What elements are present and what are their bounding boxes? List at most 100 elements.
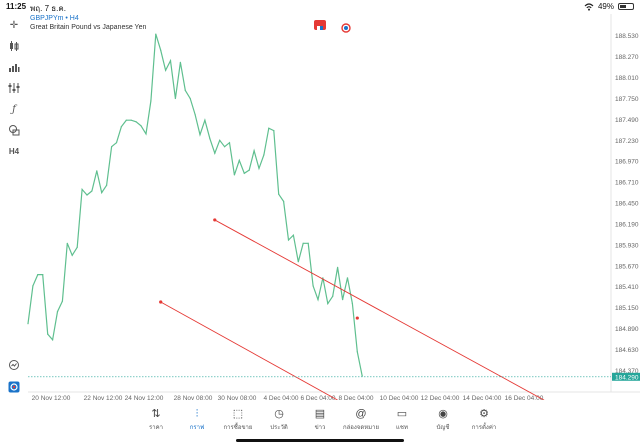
- x-tick-label: 10 Dec 04:00: [380, 395, 419, 400]
- candles-icon: ⫶: [195, 408, 199, 420]
- price-point: [273, 130, 275, 132]
- price-point: [233, 174, 235, 176]
- price-line: [27, 33, 363, 377]
- price-point: [317, 299, 319, 301]
- price-point: [115, 142, 118, 144]
- price-point: [228, 142, 231, 144]
- x-tick-label: 14 Dec 04:00: [463, 395, 502, 400]
- price-point: [302, 242, 304, 244]
- price-point: [96, 170, 98, 172]
- price-point: [189, 97, 191, 100]
- price-point: [346, 277, 349, 279]
- price-point: [253, 150, 255, 152]
- price-point: [169, 60, 172, 62]
- price-point: [101, 192, 103, 194]
- y-tick-label: 184.890: [615, 326, 639, 333]
- nav-item-label: การซื้อขาย: [223, 425, 253, 431]
- price-point: [194, 113, 196, 116]
- history-icon: ◷: [274, 408, 284, 420]
- x-tick-label: 22 Nov 12:00: [84, 395, 123, 400]
- y-tick-label: 186.190: [615, 221, 639, 228]
- price-point: [71, 254, 73, 256]
- nav-item-4[interactable]: ▤ ข่าว: [300, 406, 340, 432]
- price-point: [184, 89, 186, 91]
- nav-item-1[interactable]: ⫶ กราฟ: [177, 406, 217, 432]
- nav-item-3[interactable]: ◷ ประวัติ: [259, 406, 299, 432]
- nav-item-label: การตั้งค่า: [471, 425, 497, 431]
- nav-item-5[interactable]: @ กล่องจดหมาย: [341, 406, 381, 432]
- price-point: [165, 69, 167, 71]
- price-point: [224, 146, 226, 148]
- trendline-handle[interactable]: [355, 316, 359, 320]
- trendline-handle[interactable]: [159, 300, 163, 304]
- chat-icon: ▭: [396, 408, 408, 420]
- price-point: [66, 242, 68, 244]
- price-point: [81, 188, 83, 190]
- y-tick-label: 188.530: [615, 33, 639, 40]
- y-tick-label: 188.010: [615, 75, 639, 82]
- y-tick-label: 185.930: [615, 242, 639, 249]
- price-point: [297, 261, 299, 263]
- price-point: [47, 333, 49, 335]
- price-point: [219, 139, 221, 141]
- price-point: [209, 138, 211, 140]
- nav-item-7[interactable]: ◉ บัญชี: [423, 406, 463, 432]
- price-chart[interactable]: 188.530 188.270 188.010 187.750 187.490 187.2…: [0, 0, 640, 400]
- price-point: [120, 126, 122, 128]
- price-point: [287, 239, 290, 241]
- price-point: [42, 274, 44, 276]
- x-tick-label: 16 Dec 04:00: [505, 395, 544, 400]
- y-tick-label: 185.410: [615, 284, 639, 291]
- price-point: [248, 169, 250, 171]
- x-tick-label: 30 Nov 08:00: [218, 395, 257, 400]
- trendline-handle[interactable]: [213, 218, 217, 222]
- x-tick-label: 8 Dec 04:00: [338, 395, 373, 400]
- y-tick-label: 187.490: [615, 117, 639, 124]
- x-tick-label: 20 Nov 12:00: [32, 395, 71, 400]
- trendline[interactable]: [160, 301, 338, 400]
- price-point: [145, 133, 147, 135]
- trendline[interactable]: [214, 219, 545, 400]
- arrows-updown-icon: ⇅: [151, 408, 161, 420]
- price-point: [292, 234, 294, 236]
- price-point: [263, 154, 265, 156]
- price-point: [238, 159, 240, 161]
- price-point: [86, 194, 88, 196]
- x-tick-label: 28 Nov 08:00: [174, 395, 213, 400]
- price-point: [322, 277, 324, 279]
- price-point: [351, 303, 353, 305]
- nav-item-2[interactable]: ⬚ การซื้อขาย: [218, 406, 258, 432]
- price-point: [356, 351, 358, 353]
- price-point: [150, 100, 152, 102]
- price-point: [111, 146, 113, 148]
- price-point: [283, 200, 285, 202]
- y-tick-label: 187.750: [615, 96, 639, 103]
- price-point: [130, 119, 132, 121]
- price-point: [27, 323, 29, 325]
- price-point: [76, 246, 78, 248]
- x-tick-label: 4 Dec 04:00: [263, 395, 298, 400]
- nav-item-label: ประวัติ: [270, 425, 288, 431]
- price-point: [155, 33, 157, 35]
- y-tick-label: 185.150: [615, 305, 639, 312]
- nav-item-8[interactable]: ⚙ การตั้งค่า: [464, 406, 504, 432]
- nav-item-6[interactable]: ▭ แชท: [382, 406, 422, 432]
- nav-item-0[interactable]: ⇅ ราคา: [136, 406, 176, 432]
- price-point: [204, 119, 206, 121]
- news-icon: ▤: [314, 408, 326, 420]
- price-point: [32, 285, 34, 287]
- app-screen: { "status_bar": { "time": "11:25", "date…: [0, 0, 640, 447]
- price-point: [179, 61, 181, 63]
- price-point: [160, 49, 162, 51]
- price-point: [37, 274, 39, 276]
- y-tick-label: 186.710: [615, 180, 639, 187]
- price-point: [91, 190, 93, 192]
- home-indicator: [236, 439, 404, 442]
- price-point: [106, 184, 108, 186]
- price-point: [140, 125, 142, 127]
- y-tick-label: 186.450: [615, 201, 639, 208]
- price-point: [61, 300, 64, 302]
- price-point: [312, 285, 314, 287]
- y-tick-label: 186.970: [615, 159, 639, 166]
- price-point: [278, 193, 280, 195]
